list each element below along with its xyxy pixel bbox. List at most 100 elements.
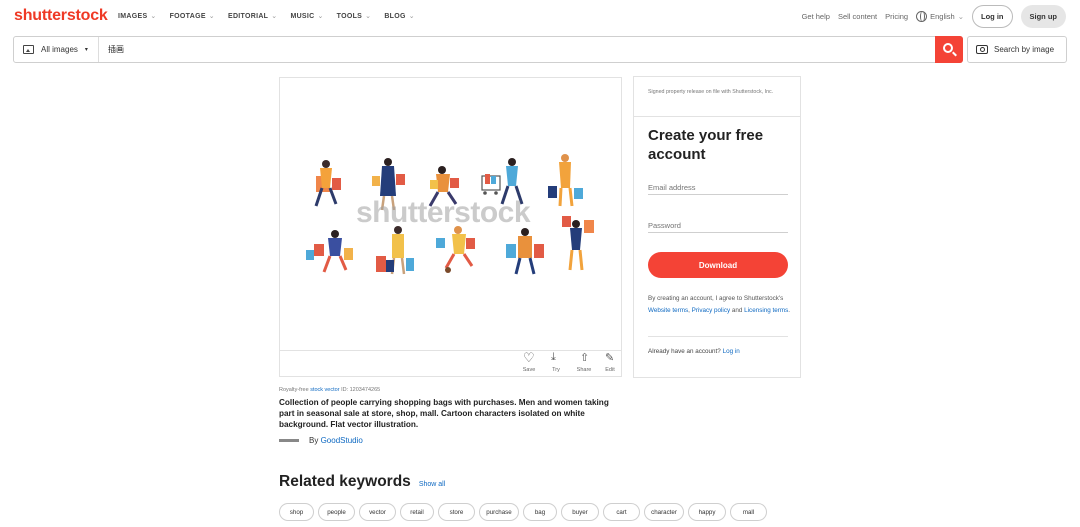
image-type-dropdown[interactable]: All images ▾ bbox=[14, 37, 99, 62]
edit-button[interactable]: Edit bbox=[599, 351, 621, 373]
chevron-down-icon: ⌄ bbox=[957, 12, 964, 21]
chevron-down-icon: ⌄ bbox=[271, 13, 278, 20]
heart-icon bbox=[523, 350, 535, 366]
terms-intro: By creating an account, I agree to Shutt… bbox=[648, 295, 784, 302]
search-by-image-button[interactable]: Search by image bbox=[967, 36, 1067, 63]
caret-down-icon: ▾ bbox=[84, 47, 88, 53]
search-input[interactable] bbox=[108, 42, 928, 57]
pricing-link[interactable]: Pricing bbox=[885, 12, 908, 21]
chevron-down-icon: ⌄ bbox=[365, 13, 372, 20]
main-nav: IMAGES ⌄ FOOTAGE ⌄ EDITORIAL ⌄ MUSIC ⌄ TOOLS… bbox=[118, 12, 415, 20]
image-preview-panel: shutterstock Save Try Share Edit bbox=[279, 77, 622, 377]
keyword-chip[interactable]: happy bbox=[688, 503, 726, 521]
try-button[interactable]: Try bbox=[545, 351, 567, 373]
search-by-image-label: Search by image bbox=[994, 45, 1055, 54]
login-button[interactable]: Log in bbox=[972, 5, 1013, 28]
share-icon bbox=[579, 351, 589, 364]
watermark: shutterstock bbox=[356, 196, 531, 229]
property-release-note: Signed property release on file with Shu… bbox=[648, 89, 774, 95]
divider bbox=[634, 116, 800, 117]
already-have-account: Already have an account? Log in bbox=[648, 348, 740, 355]
keyword-chips: shop people vector retail store purchase… bbox=[279, 503, 767, 521]
email-field[interactable] bbox=[648, 181, 788, 195]
edit-icon bbox=[605, 351, 615, 364]
image-icon bbox=[23, 45, 34, 54]
create-account-panel: Signed property release on file with Shu… bbox=[633, 76, 801, 378]
contributor-link[interactable]: GoodStudio bbox=[321, 436, 363, 445]
get-help-link[interactable]: Get help bbox=[802, 12, 830, 21]
search-icon bbox=[943, 43, 953, 53]
nav-item-music[interactable]: MUSIC ⌄ bbox=[290, 12, 323, 20]
nav-item-images[interactable]: IMAGES ⌄ bbox=[118, 12, 157, 20]
image-meta: Royalty-free stock vector ID: 1203474265… bbox=[279, 387, 624, 430]
image-id: ID: 1203474265 bbox=[341, 387, 381, 393]
stock-vector-link[interactable]: stock vector bbox=[310, 387, 339, 393]
nav-item-tools[interactable]: TOOLS ⌄ bbox=[337, 12, 372, 20]
website-terms-link[interactable]: Website terms bbox=[648, 307, 688, 314]
signup-button[interactable]: Sign up bbox=[1020, 5, 1066, 28]
figure-7 bbox=[376, 226, 414, 275]
camera-icon bbox=[976, 45, 988, 54]
keyword-chip[interactable]: purchase bbox=[479, 503, 519, 521]
save-label: Save bbox=[522, 367, 536, 373]
nav-item-label: MUSIC bbox=[290, 13, 315, 20]
shutterstock-logo[interactable]: shutterstock bbox=[14, 7, 108, 25]
royalty-prefix: Royalty-free bbox=[279, 387, 309, 393]
figure-8 bbox=[436, 226, 475, 273]
chevron-down-icon: ⌄ bbox=[208, 13, 215, 20]
download-button[interactable]: Download bbox=[648, 252, 788, 278]
keyword-chip[interactable]: people bbox=[318, 503, 355, 521]
try-label: Try bbox=[552, 367, 560, 373]
figure-1 bbox=[314, 160, 341, 207]
image-description: Collection of people carrying shopping b… bbox=[279, 398, 609, 429]
account-nav: Get help Sell content Pricing English ⌄ … bbox=[802, 5, 1066, 28]
keyword-chip[interactable]: mall bbox=[730, 503, 767, 521]
already-text: Already have an account? bbox=[648, 348, 721, 355]
top-navigation: shutterstock IMAGES ⌄ FOOTAGE ⌄ EDITORIAL ⌄… bbox=[0, 0, 1080, 33]
royalty-line: Royalty-free stock vector ID: 1203474265 bbox=[279, 387, 624, 393]
globe-icon bbox=[916, 11, 928, 22]
share-label: Share bbox=[576, 367, 592, 373]
language-label: English bbox=[930, 12, 955, 21]
download-icon bbox=[551, 351, 561, 364]
save-button[interactable]: Save bbox=[518, 350, 540, 373]
show-all-link[interactable]: Show all bbox=[419, 481, 445, 488]
password-field[interactable] bbox=[648, 219, 788, 233]
nav-item-footage[interactable]: FOOTAGE ⌄ bbox=[170, 12, 215, 20]
chevron-down-icon: ⌄ bbox=[150, 13, 157, 20]
image-action-bar: Save Try Share Edit bbox=[280, 350, 621, 377]
terms-text: By creating an account, I agree to Shutt… bbox=[648, 295, 790, 314]
chevron-down-icon: ⌄ bbox=[408, 13, 415, 20]
keyword-chip[interactable]: vector bbox=[359, 503, 396, 521]
nav-item-label: FOOTAGE bbox=[169, 13, 206, 20]
sell-content-link[interactable]: Sell content bbox=[838, 12, 877, 21]
edit-label: Edit bbox=[605, 367, 615, 373]
login-link[interactable]: Log in bbox=[723, 348, 740, 355]
terms-and: and bbox=[731, 307, 743, 314]
contributor-byline: By GoodStudio bbox=[279, 436, 363, 445]
language-selector[interactable]: English ⌄ bbox=[916, 11, 964, 22]
keyword-chip[interactable]: retail bbox=[400, 503, 434, 521]
share-button[interactable]: Share bbox=[573, 351, 595, 373]
keyword-chip[interactable]: cart bbox=[603, 503, 640, 521]
divider bbox=[648, 336, 788, 337]
nav-item-label: TOOLS bbox=[336, 13, 363, 20]
nav-item-label: EDITORIAL bbox=[227, 13, 269, 20]
keyword-chip[interactable]: shop bbox=[279, 503, 314, 521]
keyword-chip[interactable]: character bbox=[644, 503, 684, 521]
related-keywords-header: Related keywords Show all bbox=[279, 473, 445, 491]
privacy-policy-link[interactable]: Privacy policy bbox=[692, 307, 731, 314]
search-bar: All images ▾ bbox=[13, 36, 963, 63]
by-label: By bbox=[309, 436, 319, 445]
keyword-chip[interactable]: buyer bbox=[561, 503, 599, 521]
create-account-title: Create your free account bbox=[648, 127, 764, 163]
licensing-terms-link[interactable]: Licensing terms bbox=[744, 307, 788, 314]
related-keywords-title: Related keywords bbox=[279, 473, 411, 490]
nav-item-editorial[interactable]: EDITORIAL ⌄ bbox=[228, 12, 277, 20]
nav-item-blog[interactable]: BLOG ⌄ bbox=[384, 12, 415, 20]
contributor-logo bbox=[279, 439, 299, 442]
search-button[interactable] bbox=[935, 36, 963, 63]
keyword-chip[interactable]: store bbox=[438, 503, 475, 521]
keyword-chip[interactable]: bag bbox=[523, 503, 557, 521]
stock-image[interactable]: shutterstock bbox=[280, 78, 621, 350]
